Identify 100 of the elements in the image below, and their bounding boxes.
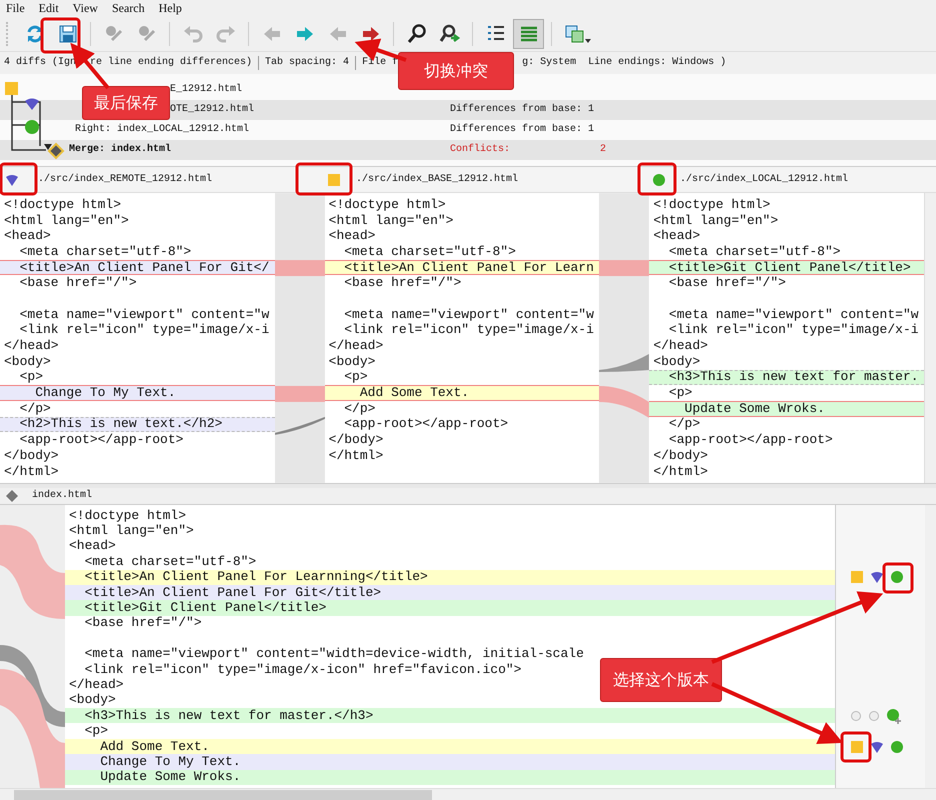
code-line: <body>: [69, 693, 116, 708]
code-line: <app-root></app-root>: [18, 433, 184, 448]
status-text: g: System: [522, 56, 576, 70]
file-name: Merge: index.html: [69, 143, 172, 157]
code-line: Add Some Text.: [99, 740, 210, 754]
annotation-frame: [296, 162, 352, 196]
code-line: <head>: [69, 539, 116, 554]
code-line: <link rel="icon" type="image/x-icon" href="favicon.ico">: [84, 662, 522, 677]
code-line: <link rel="icon" type="image/x-i: [18, 323, 270, 338]
file-name: Right: index_LOCAL_12912.html: [75, 123, 250, 137]
code-line: <base href="/">: [668, 276, 786, 290]
scrollbar[interactable]: [925, 505, 936, 788]
code-line: <!doctype html>: [653, 198, 770, 212]
menu-item[interactable]: Edit: [38, 1, 59, 16]
code-line: <title>An Client Panel For Git</: [18, 260, 270, 275]
menu-item[interactable]: View: [72, 1, 98, 16]
annotation-frame: [40, 18, 80, 54]
undo-icon: [182, 23, 204, 45]
circle-icon: [652, 172, 666, 186]
shield-icon: [5, 172, 19, 186]
redo-icon: [214, 23, 236, 45]
code-line: </html>: [4, 464, 59, 479]
annotation-frame: [638, 162, 676, 196]
code-line: </head>: [69, 678, 124, 692]
code-line: <title>An Client Panel For Learnning</title>: [84, 570, 428, 584]
square-icon[interactable]: [850, 570, 864, 584]
code-line: <h3>This is new text for master.: [668, 370, 919, 384]
code-line: <p>: [668, 386, 692, 400]
code-line: <p>: [84, 724, 108, 738]
code-line: <body>: [653, 354, 700, 369]
square-icon: [327, 172, 341, 186]
code-line: <head>: [653, 229, 700, 244]
menu-item[interactable]: Help: [158, 1, 182, 16]
code-line: <base href="/">: [84, 616, 202, 630]
file-note: Differences from base: 1: [450, 123, 596, 137]
code-line: Update Some Wroks.: [684, 402, 825, 416]
shield-icon[interactable]: [870, 570, 884, 584]
code-line: </body>: [4, 448, 59, 463]
code-line: <html lang="en">: [653, 214, 778, 228]
file-path: ./src/index_REMOTE_12912.html: [38, 172, 212, 186]
menu-item[interactable]: Search: [112, 1, 145, 16]
circle-icon[interactable]: [890, 570, 904, 584]
code-line: </p>: [668, 417, 700, 432]
code-line: <meta name="viewport" content="width=device-width, initial-scale: [84, 647, 584, 662]
code-line: <title>Git Client Panel</title>: [84, 601, 326, 616]
callout-label: 选择这个版本: [600, 658, 722, 702]
callout-label: 切换冲突: [398, 52, 514, 90]
code-line: </p>: [343, 402, 376, 416]
scrollbar-thumb[interactable]: [14, 790, 432, 800]
code-line: <html lang="en">: [4, 214, 129, 228]
code-line: <meta charset="utf-8">: [343, 244, 516, 259]
code-line: </body>: [653, 448, 708, 463]
code-line: </html>: [328, 448, 384, 463]
file-note: Conflicts:: [450, 143, 512, 157]
code-line: <meta charset="utf-8">: [668, 244, 841, 259]
code-line: </head>: [4, 339, 59, 354]
scrollbar[interactable]: [924, 193, 936, 483]
annotation-frame: [840, 732, 872, 762]
code-line: <html lang="en">: [69, 524, 194, 538]
callout-label: 最后保存: [82, 86, 170, 120]
empty-circle-icon[interactable]: [850, 710, 862, 722]
code-line: <h2>This is new text.</h2>: [18, 417, 222, 432]
code-line: </body>: [328, 433, 384, 448]
code-line: <!doctype html>: [69, 508, 186, 523]
file-path: ./src/index_LOCAL_12912.html: [680, 172, 848, 186]
square-icon[interactable]: [850, 740, 864, 754]
code-line: <body>: [328, 354, 376, 369]
file-note: Differences from base: 1: [450, 103, 596, 117]
file-name: E_12912.html: [170, 83, 244, 97]
code-line: <meta name="viewport" content="w: [343, 308, 594, 322]
code-line: <body>: [4, 354, 51, 369]
code-line: <title>Git Client Panel</title>: [668, 260, 911, 275]
code-line: <p>: [18, 370, 44, 384]
circle-icon[interactable]: [890, 740, 904, 754]
code-line: <app-root></app-root>: [668, 433, 833, 448]
status-text: re line ending differences): [90, 56, 252, 70]
file-name: OTE_12912.html: [170, 103, 256, 117]
empty-circle-icon[interactable]: [868, 710, 880, 722]
menu-item[interactable]: File: [6, 1, 25, 16]
add-circle-icon[interactable]: [886, 708, 902, 724]
code-line: <p>: [343, 370, 368, 384]
status-text: Tab spacing: 4: [265, 56, 350, 70]
code-line: </html>: [653, 464, 708, 479]
code-line: <head>: [4, 229, 51, 244]
code-line: Add Some Text.: [358, 386, 470, 400]
code-line: <link rel="icon" type="image/x-i: [668, 323, 919, 338]
code-line: <base href="/">: [343, 276, 462, 290]
status-text: 4 diffs (Ign: [4, 56, 76, 70]
code-line: Change To My Text.: [99, 754, 241, 769]
annotation-frame: [0, 162, 38, 196]
code-line: <base href="/">: [18, 276, 137, 290]
code-line: Change To My Text.: [34, 386, 176, 400]
search-arrow-icon: [438, 23, 460, 45]
code-line: <title>An Client Panel For Learn: [343, 260, 594, 275]
code-line: <h3>This is new text for master.</h3>: [84, 708, 374, 723]
code-line: <meta charset="utf-8">: [84, 554, 256, 569]
code-line: <link rel="icon" type="image/x-i: [343, 323, 594, 338]
code-line: <!doctype html>: [4, 198, 122, 212]
shield-icon[interactable]: [870, 740, 884, 754]
code-line: <html lang="en">: [328, 214, 454, 228]
